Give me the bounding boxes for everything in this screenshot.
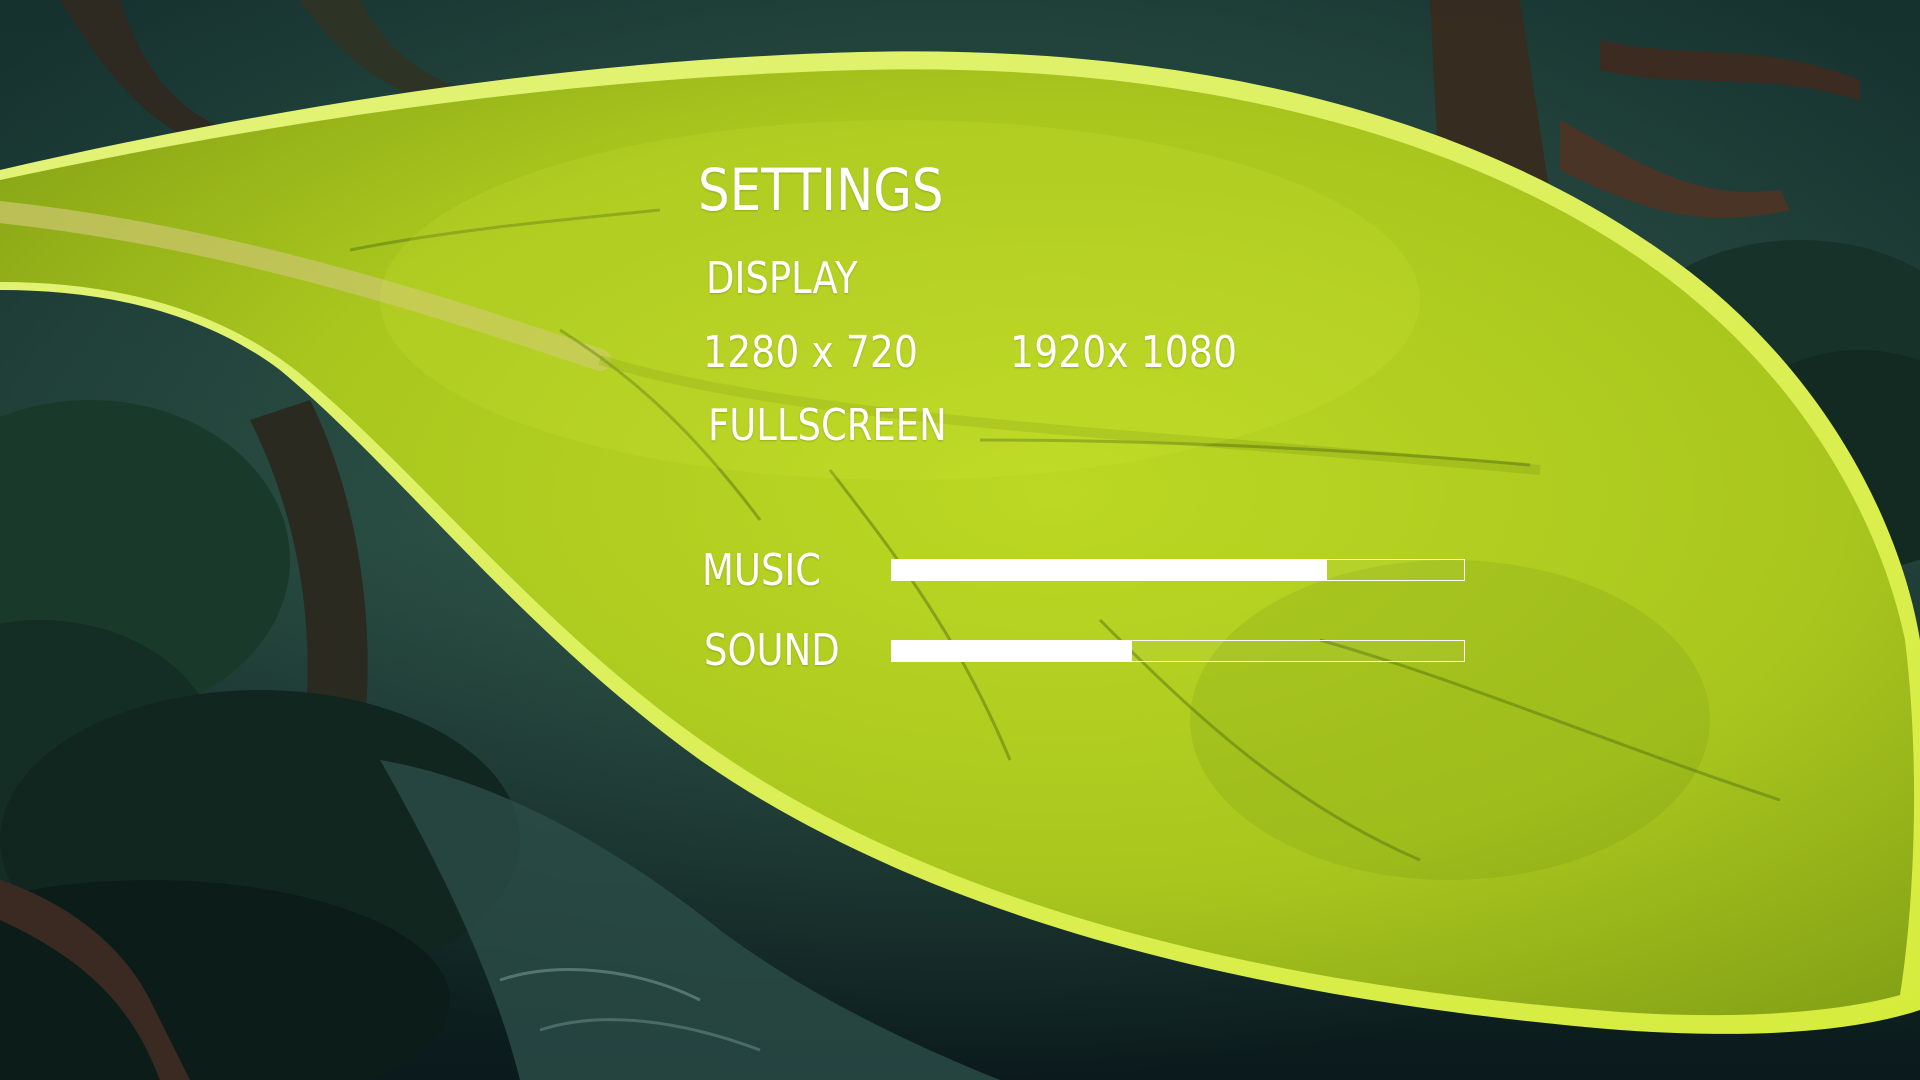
sound-label: SOUND: [704, 625, 840, 676]
music-label: MUSIC: [702, 545, 822, 596]
settings-title: SETTINGS: [698, 156, 944, 224]
display-heading: DISPLAY: [706, 253, 858, 304]
forest-background: [0, 0, 1920, 1080]
fullscreen-option[interactable]: FULLSCREEN: [708, 400, 947, 451]
settings-screen: SETTINGS DISPLAY 1280 x 720 1920x 1080 F…: [0, 0, 1920, 1080]
music-volume-slider[interactable]: [891, 559, 1465, 581]
resolution-1280x720-option[interactable]: 1280 x 720: [703, 327, 918, 378]
sound-volume-slider[interactable]: [891, 640, 1465, 662]
music-volume-fill: [892, 560, 1327, 580]
resolution-1920x1080-option[interactable]: 1920x 1080: [1010, 327, 1237, 378]
sound-volume-fill: [892, 641, 1133, 661]
